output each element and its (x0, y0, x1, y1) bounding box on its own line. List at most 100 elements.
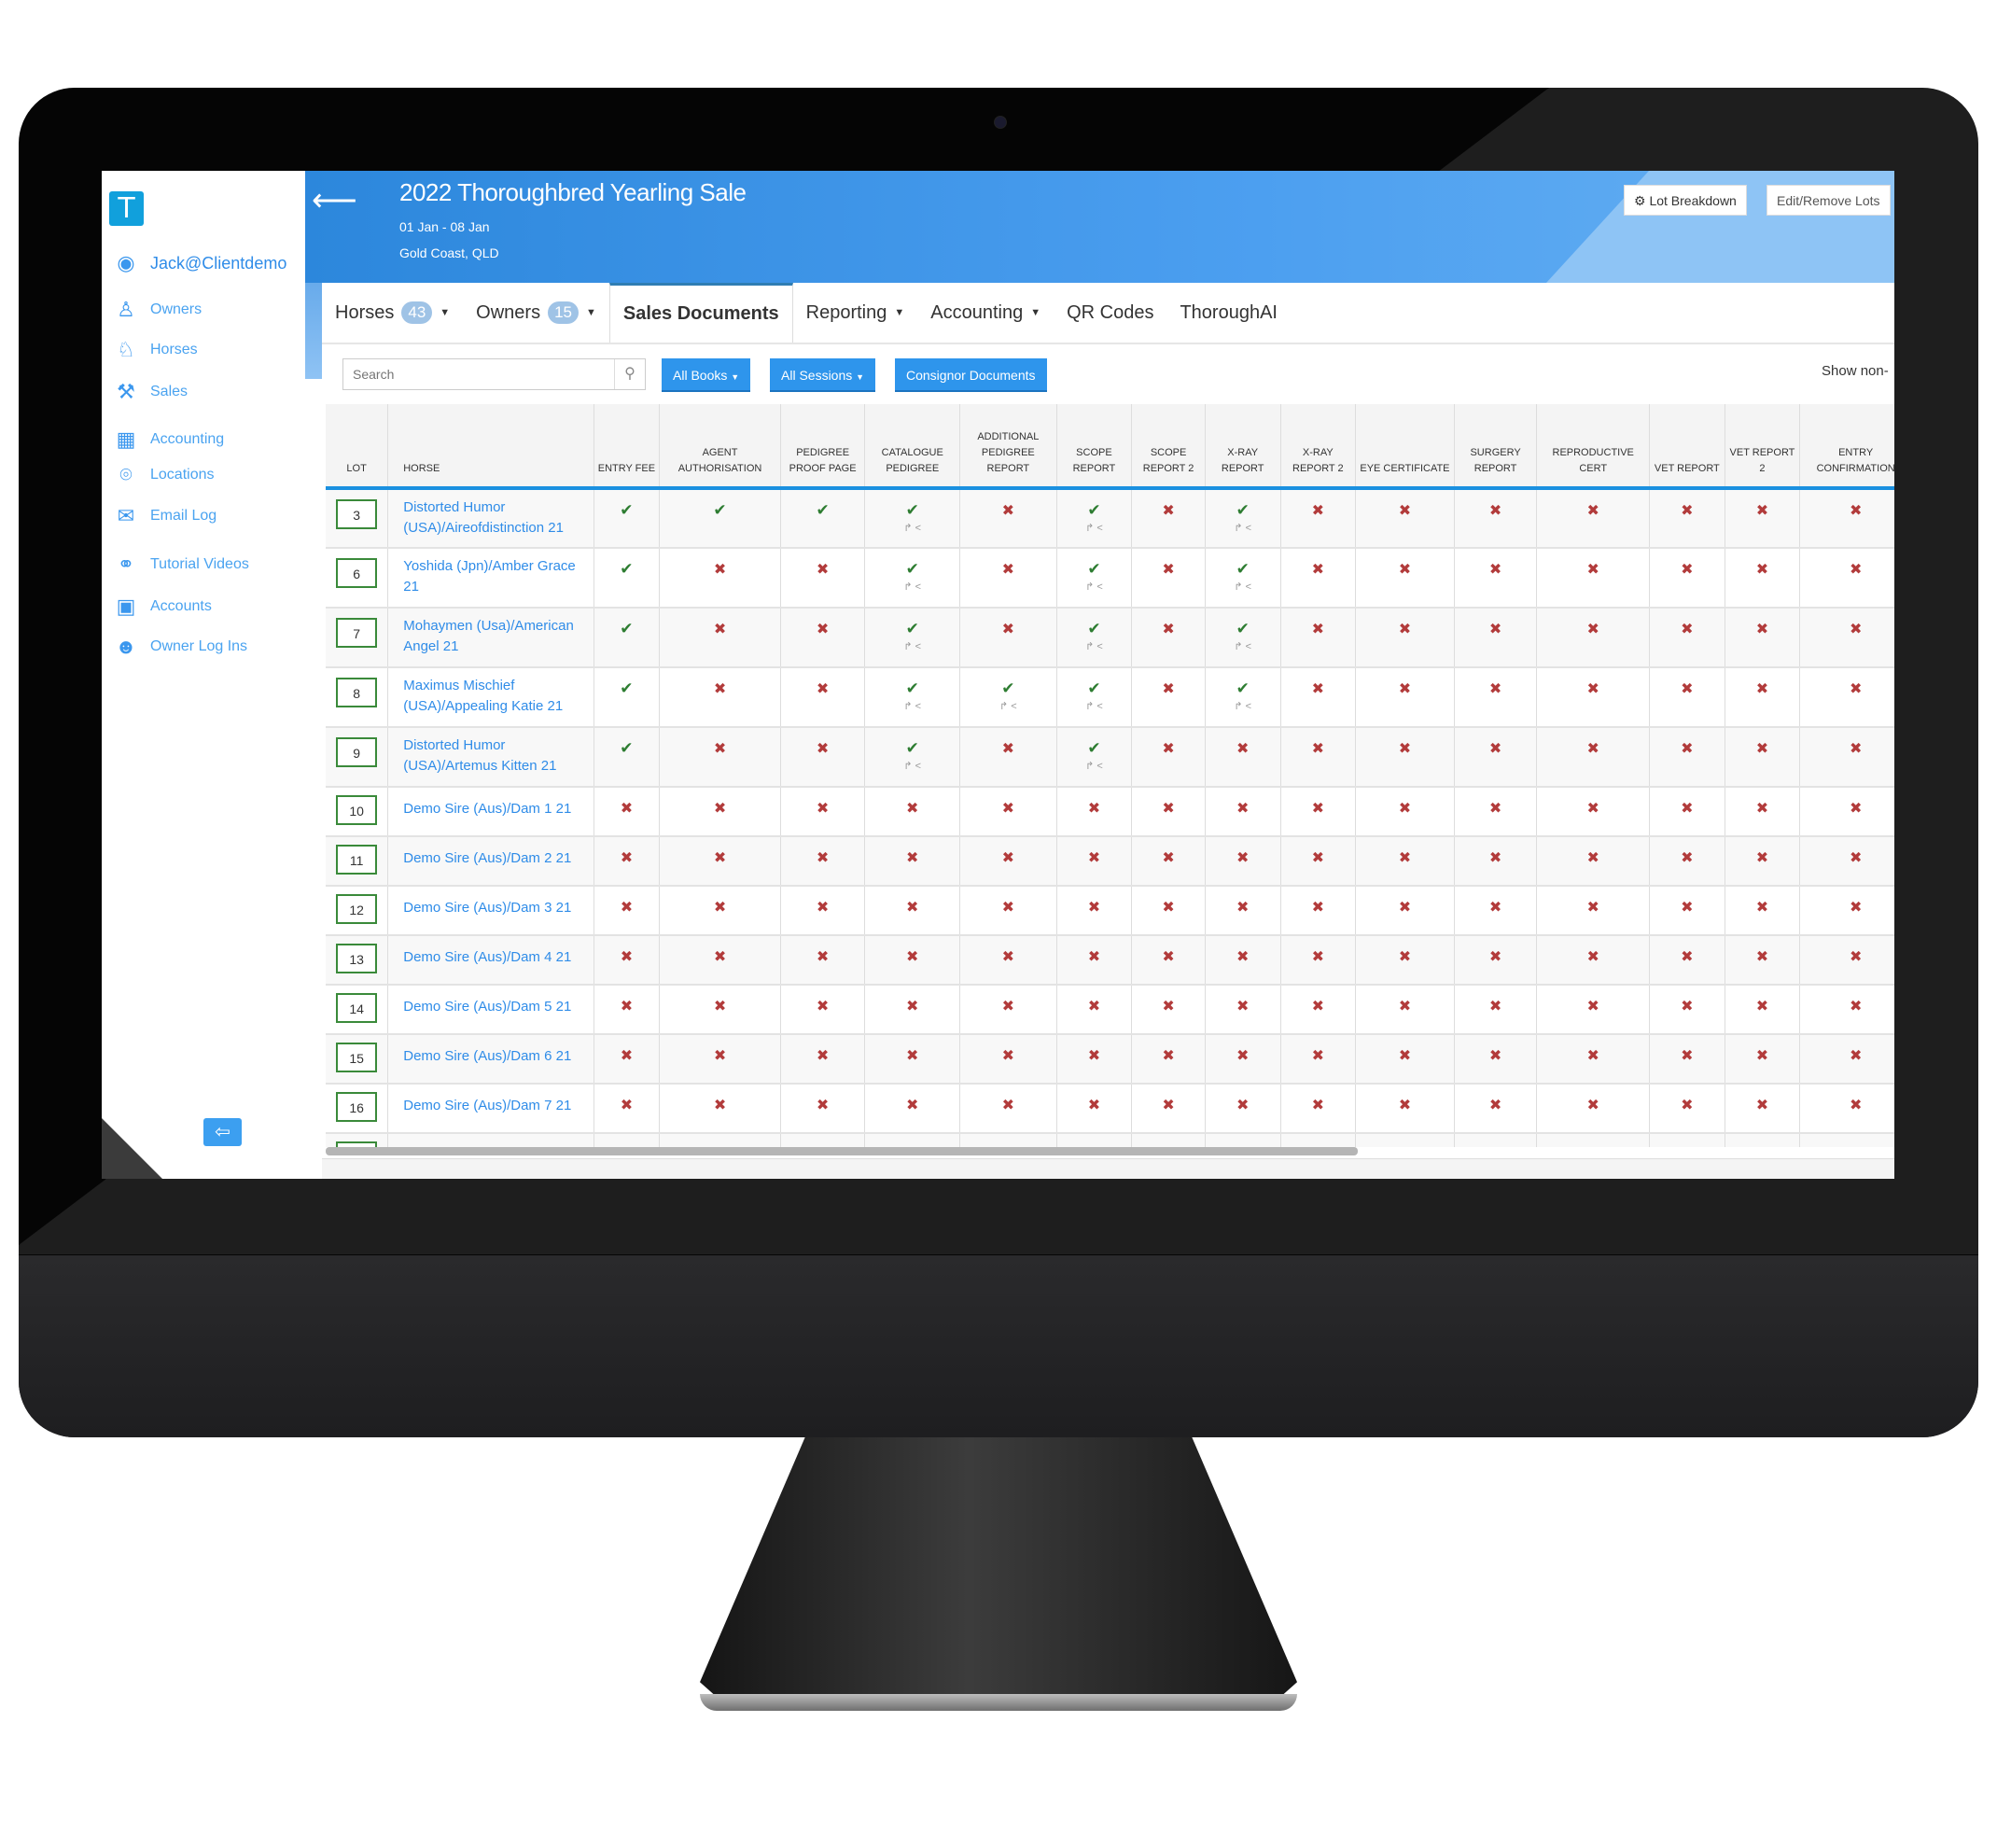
document-status-cell[interactable]: ✖ (780, 1034, 866, 1085)
share-icon[interactable]: ↱ < (866, 700, 958, 712)
document-status-cell[interactable]: ✖ (659, 548, 781, 609)
column-header[interactable]: X-Ray Report (1205, 404, 1281, 490)
share-icon[interactable]: ↱ < (1058, 522, 1131, 534)
document-status-cell[interactable]: ✖ (1725, 727, 1801, 788)
document-status-cell[interactable]: ✔ ↱ < (1205, 608, 1281, 668)
show-non-toggle-label[interactable]: Show non- (1822, 363, 1889, 379)
column-header[interactable]: Pedigree Proof Page (780, 404, 866, 490)
document-status-cell[interactable]: ✖ (1799, 608, 1894, 668)
document-status-cell[interactable]: ✖ (1280, 608, 1357, 668)
document-status-cell[interactable]: ✖ (659, 836, 781, 887)
document-status-cell[interactable]: ✖ (780, 886, 866, 936)
share-icon[interactable]: ↱ < (866, 581, 958, 593)
document-status-cell[interactable]: ✖ (594, 787, 661, 837)
tab-sales-documents[interactable]: Sales Documents (608, 283, 793, 343)
document-status-cell[interactable]: ✖ (1131, 1034, 1206, 1085)
document-status-cell[interactable]: ✖ (959, 985, 1057, 1035)
document-status-cell[interactable]: ✖ (1205, 1084, 1281, 1134)
column-header[interactable]: Surgery Report (1454, 404, 1538, 490)
document-status-cell[interactable]: ✖ (1536, 727, 1651, 788)
document-status-cell[interactable]: ✖ (1355, 886, 1455, 936)
document-status-cell[interactable]: ✔ ↱ < (1205, 488, 1281, 549)
document-status-cell[interactable]: ✖ (659, 1034, 781, 1085)
document-status-cell[interactable]: ✖ (1725, 1133, 1801, 1147)
document-status-cell[interactable]: ✖ (1649, 1084, 1725, 1134)
document-status-cell[interactable]: ✖ (1131, 836, 1206, 887)
document-status-cell[interactable]: ✖ (1649, 727, 1725, 788)
document-status-cell[interactable]: ✖ (659, 1084, 781, 1134)
column-header[interactable]: Vet Report (1649, 404, 1725, 490)
document-status-cell[interactable]: ✖ (780, 787, 866, 837)
document-status-cell[interactable]: ✖ (864, 935, 961, 986)
column-header[interactable]: Entry Fee (594, 404, 661, 490)
document-status-cell[interactable]: ✔ ↱ < (1205, 667, 1281, 728)
document-status-cell[interactable]: ✖ (1280, 727, 1357, 788)
document-status-cell[interactable]: ✔ (780, 488, 866, 549)
edit-remove-lots-button[interactable]: Edit/Remove Lots (1767, 185, 1891, 216)
document-status-cell[interactable]: ✖ (594, 1034, 661, 1085)
sidebar-item-email-log[interactable]: ✉ Email Log (113, 504, 216, 528)
document-status-cell[interactable]: ✖ (1725, 667, 1801, 728)
lot-number[interactable]: 11 (336, 845, 378, 875)
document-status-cell[interactable]: ✖ (1205, 836, 1281, 887)
document-status-cell[interactable]: ✖ (1205, 787, 1281, 837)
share-icon[interactable]: ↱ < (1207, 522, 1279, 534)
document-status-cell[interactable]: ✖ (1280, 985, 1357, 1035)
tab-reporting[interactable]: Reporting ▼ (793, 283, 918, 343)
sidebar-item-locations[interactable]: ⌾ Locations (113, 463, 214, 487)
tab-horses[interactable]: Horses 43 ▼ (322, 283, 463, 343)
document-status-cell[interactable]: ✖ (1131, 608, 1206, 668)
document-status-cell[interactable]: ✖ (1205, 1133, 1281, 1147)
document-status-cell[interactable]: ✖ (1725, 1084, 1801, 1134)
horse-name-link[interactable]: Demo Sire (Aus)/Dam 2 21 (387, 836, 594, 887)
document-status-cell[interactable]: ✖ (659, 985, 781, 1035)
document-status-cell[interactable]: ✖ (864, 886, 961, 936)
document-status-cell[interactable]: ✖ (959, 1133, 1057, 1147)
document-status-cell[interactable]: ✔ ↱ < (1205, 548, 1281, 609)
document-status-cell[interactable]: ✖ (1725, 787, 1801, 837)
horse-name-link[interactable]: Demo Sire (Aus)/Dam 5 21 (387, 985, 594, 1035)
document-status-cell[interactable]: ✖ (1205, 727, 1281, 788)
document-status-cell[interactable]: ✖ (1454, 836, 1538, 887)
document-status-cell[interactable]: ✔ ↱ < (1056, 667, 1133, 728)
document-status-cell[interactable]: ✖ (1649, 1133, 1725, 1147)
document-status-cell[interactable]: ✖ (1725, 548, 1801, 609)
document-status-cell[interactable]: ✖ (1725, 985, 1801, 1035)
share-icon[interactable]: ↱ < (1058, 581, 1131, 593)
document-status-cell[interactable]: ✖ (864, 836, 961, 887)
column-header[interactable]: Entry Confirmation (1799, 404, 1894, 490)
document-status-cell[interactable]: ✖ (1649, 985, 1725, 1035)
document-status-cell[interactable]: ✖ (959, 608, 1057, 668)
share-icon[interactable]: ↱ < (961, 700, 1055, 712)
tab-owners[interactable]: Owners 15 ▼ (463, 283, 609, 343)
document-status-cell[interactable]: ✖ (1205, 1034, 1281, 1085)
document-status-cell[interactable]: ✖ (1799, 1034, 1894, 1085)
document-status-cell[interactable]: ✖ (659, 1133, 781, 1147)
search-icon[interactable]: ⚲ (614, 359, 645, 389)
lot-number[interactable]: 15 (336, 1043, 378, 1072)
document-status-cell[interactable]: ✖ (1131, 886, 1206, 936)
document-status-cell[interactable]: ✖ (1725, 836, 1801, 887)
horse-name-link[interactable]: Demo Sire (Aus)/Dam 1 21 (387, 787, 594, 837)
column-header[interactable]: Reproductive Cert (1536, 404, 1651, 490)
document-status-cell[interactable]: ✖ (1131, 787, 1206, 837)
document-status-cell[interactable]: ✖ (1799, 727, 1894, 788)
document-status-cell[interactable]: ✖ (780, 836, 866, 887)
document-status-cell[interactable]: ✖ (659, 935, 781, 986)
document-status-cell[interactable]: ✖ (1056, 1133, 1133, 1147)
document-status-cell[interactable]: ✖ (1536, 488, 1651, 549)
document-status-cell[interactable]: ✖ (1355, 608, 1455, 668)
document-status-cell[interactable]: ✖ (1454, 985, 1538, 1035)
document-status-cell[interactable]: ✖ (959, 548, 1057, 609)
document-status-cell[interactable]: ✖ (1536, 935, 1651, 986)
lot-number[interactable]: 14 (336, 993, 378, 1023)
tab-thoroughai[interactable]: ThoroughAI (1166, 283, 1291, 343)
document-status-cell[interactable]: ✖ (594, 935, 661, 986)
document-status-cell[interactable]: ✖ (1725, 488, 1801, 549)
document-status-cell[interactable]: ✖ (659, 886, 781, 936)
document-status-cell[interactable]: ✖ (1056, 836, 1133, 887)
document-status-cell[interactable]: ✔ (594, 548, 661, 609)
document-status-cell[interactable]: ✖ (659, 608, 781, 668)
sidebar-item-tutorial-videos[interactable]: ⚭ Tutorial Videos (113, 553, 249, 577)
lot-number[interactable]: 6 (336, 558, 378, 588)
